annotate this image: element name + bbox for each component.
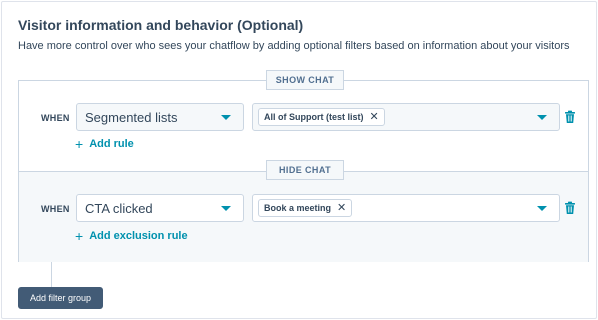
value-tag: Book a meeting ✕ <box>258 199 353 217</box>
add-rule-link[interactable]: + Add rule <box>75 137 134 151</box>
hide-property-select[interactable]: CTA clicked <box>76 194 244 222</box>
show-property-value: Segmented lists <box>85 109 178 125</box>
close-icon[interactable]: ✕ <box>370 111 379 123</box>
add-exclusion-rule-link[interactable]: + Add exclusion rule <box>75 229 188 243</box>
hide-chat-section: HIDE CHAT WHEN CTA clicked Book a meetin… <box>19 160 588 262</box>
caret-down-icon <box>537 206 547 211</box>
value-tag-label: Book a meeting <box>264 203 332 213</box>
show-property-select[interactable]: Segmented lists <box>76 103 244 131</box>
caret-down-icon <box>537 115 547 120</box>
value-tag: All of Support (test list) ✕ <box>258 108 385 126</box>
caret-down-icon <box>221 206 231 211</box>
plus-icon: + <box>75 136 84 152</box>
add-exclusion-rule-label: Add exclusion rule <box>89 230 188 242</box>
value-tag-label: All of Support (test list) <box>264 112 364 122</box>
panel-title: Visitor information and behavior (Option… <box>18 17 304 33</box>
trash-icon[interactable] <box>563 201 577 215</box>
plus-icon: + <box>75 228 84 244</box>
trash-icon[interactable] <box>563 110 577 124</box>
close-icon[interactable]: ✕ <box>337 202 346 214</box>
visitor-filters-card: Visitor information and behavior (Option… <box>1 1 597 319</box>
panel-description: Have more control over who sees your cha… <box>18 40 570 52</box>
add-rule-label: Add rule <box>89 138 134 150</box>
hide-property-value: CTA clicked <box>85 200 153 216</box>
add-filter-group-button[interactable]: Add filter group <box>18 287 103 309</box>
caret-down-icon <box>221 115 231 120</box>
when-label: WHEN <box>41 113 70 123</box>
filter-groups: SHOW CHAT WHEN Segmented lists All of Su… <box>18 70 589 262</box>
when-label: WHEN <box>41 204 70 214</box>
hide-values-multiselect[interactable]: Book a meeting ✕ <box>252 194 560 222</box>
show-chat-section: SHOW CHAT WHEN Segmented lists All of Su… <box>19 70 588 171</box>
group-connector-line <box>51 262 52 288</box>
show-chat-label: SHOW CHAT <box>266 70 344 90</box>
hide-chat-label: HIDE CHAT <box>266 160 344 180</box>
show-values-multiselect[interactable]: All of Support (test list) ✕ <box>252 103 560 131</box>
